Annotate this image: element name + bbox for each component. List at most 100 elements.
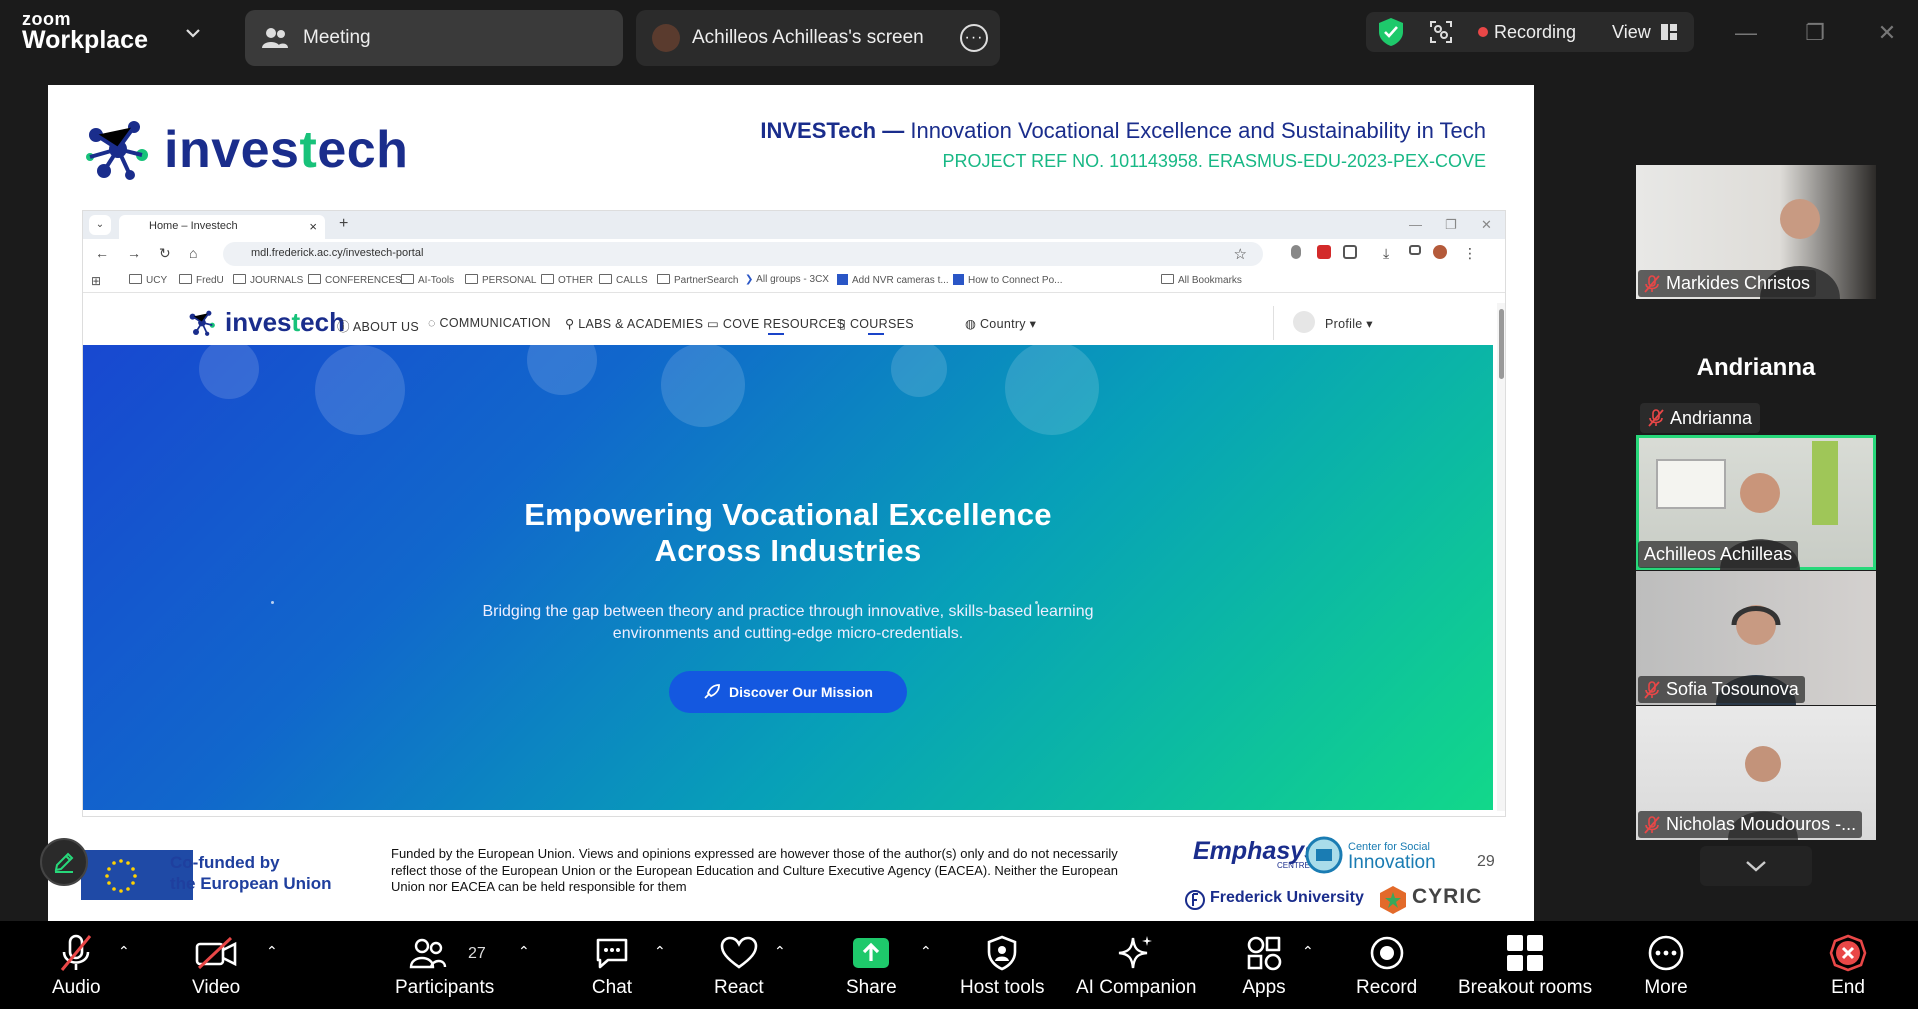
tab-close-icon[interactable]: × xyxy=(309,219,317,234)
participants-button[interactable]: Participants xyxy=(395,933,494,999)
nav-about-us[interactable]: ⓘ ABOUT US xyxy=(337,316,419,335)
page-scrollbar-thumb[interactable] xyxy=(1499,309,1504,379)
annotate-pencil-icon[interactable] xyxy=(40,838,88,886)
new-tab-icon[interactable]: + xyxy=(339,215,348,233)
browser-window: ⌄ Home – Investech × + — ❐ ✕ ← → ↻ ⌂ mdl… xyxy=(82,210,1506,817)
video-tile-active-speaker[interactable]: Achilleos Achilleas xyxy=(1636,435,1876,570)
minimize-icon[interactable]: — xyxy=(1731,18,1761,48)
nav-labs-academies[interactable]: ⚲ LABS & ACADEMIES xyxy=(565,316,703,331)
whiteboard-background xyxy=(1656,459,1726,509)
react-options-caret-icon[interactable]: ⌃ xyxy=(774,943,786,960)
slide-header-subtitle: PROJECT REF NO. 101143958. ERASMUS-EDU-2… xyxy=(942,151,1486,171)
bookmark-item[interactable]: ❯ All groups - 3CX xyxy=(745,274,829,285)
profile-dropdown[interactable]: Profile ▾ xyxy=(1325,316,1373,331)
recording-status[interactable]: Recording xyxy=(1494,22,1576,43)
ai-companion-button[interactable]: AI Companion xyxy=(1076,933,1196,999)
grid-view-icon[interactable] xyxy=(1660,24,1677,40)
downloads-icon[interactable]: ⤓ xyxy=(1383,245,1389,262)
participant-name-tag: Achilleos Achilleas xyxy=(1638,541,1799,568)
video-button[interactable]: Video xyxy=(192,933,240,999)
pdf-extension-icon[interactable] xyxy=(1317,245,1331,259)
record-button[interactable]: Record xyxy=(1356,933,1417,999)
forward-icon[interactable]: → xyxy=(127,245,141,261)
extensions-icon[interactable] xyxy=(1343,245,1357,259)
breakout-rooms-button[interactable]: Breakout rooms xyxy=(1458,933,1592,999)
tab-meeting[interactable]: Meeting xyxy=(245,10,623,66)
more-options-icon[interactable]: ··· xyxy=(960,24,988,52)
react-label: React xyxy=(714,977,764,998)
apps-button[interactable]: Apps xyxy=(1242,933,1286,999)
audio-button[interactable]: Audio xyxy=(52,933,101,999)
all-bookmarks-item[interactable]: All Bookmarks xyxy=(1161,274,1242,286)
url-input[interactable]: mdl.frederick.ac.cy/investech-portal ☆ xyxy=(223,242,1263,266)
tab-shared-screen[interactable]: Achilleos Achilleas's screen ··· xyxy=(636,10,1000,66)
discover-mission-button[interactable]: Discover Our Mission xyxy=(669,671,907,713)
chevron-down-icon[interactable] xyxy=(182,22,204,44)
bookmark-star-icon[interactable]: ☆ xyxy=(1234,245,1247,263)
scroll-participants-down-button[interactable] xyxy=(1700,846,1812,886)
bookmark-item[interactable]: AI-Tools xyxy=(401,274,454,286)
hero-title-line-1: Empowering Vocational Excellence xyxy=(524,497,1052,532)
video-options-caret-icon[interactable]: ⌃ xyxy=(266,943,278,960)
country-dropdown[interactable]: ◍ Country ▾ xyxy=(965,316,1036,331)
bookmark-item[interactable]: CALLS xyxy=(599,274,648,286)
partner-frederick-logo: Frederick University xyxy=(1210,889,1364,906)
tab-search-icon[interactable]: ⌄ xyxy=(89,215,111,235)
close-icon[interactable]: ✕ xyxy=(1872,18,1902,48)
apps-grid-icon[interactable]: ⊞ xyxy=(91,274,101,288)
hero-section: Empowering Vocational Excellence Across … xyxy=(83,345,1493,810)
security-shield-icon[interactable] xyxy=(1374,15,1408,49)
bookmark-item[interactable]: UCY xyxy=(129,274,167,286)
bookmark-item[interactable]: OTHER xyxy=(541,274,593,286)
back-icon[interactable]: ← xyxy=(95,245,109,261)
video-tile[interactable]: Markides Christos xyxy=(1636,165,1876,299)
nav-cove-resources[interactable]: ▭ COVE RESOURCES xyxy=(707,316,845,335)
share-button[interactable]: Share xyxy=(846,933,897,999)
bookmark-item[interactable]: JOURNALS xyxy=(233,274,303,286)
share-options-caret-icon[interactable]: ⌃ xyxy=(920,943,932,960)
reload-icon[interactable]: ↻ xyxy=(159,245,171,262)
apps-options-caret-icon[interactable]: ⌃ xyxy=(1302,943,1314,960)
bookmark-item[interactable]: CONFERENCES xyxy=(308,274,402,286)
audio-options-caret-icon[interactable]: ⌃ xyxy=(118,943,130,960)
chat-button[interactable]: Chat xyxy=(590,933,634,999)
maximize-icon[interactable]: ❐ xyxy=(1800,18,1830,48)
home-icon[interactable]: ⌂ xyxy=(189,245,197,261)
browser-close-icon[interactable]: ✕ xyxy=(1481,217,1492,233)
end-meeting-button[interactable]: End xyxy=(1826,933,1870,999)
extension-icon[interactable] xyxy=(1291,245,1301,259)
bookmark-item[interactable]: PERSONAL xyxy=(465,274,536,286)
mic-muted-icon xyxy=(1644,680,1660,699)
people-icon xyxy=(259,22,291,54)
host-tools-shield-icon xyxy=(987,935,1017,971)
more-button[interactable]: More xyxy=(1644,933,1688,999)
more-icon xyxy=(1648,935,1684,971)
bookmark-item[interactable]: PartnerSearch xyxy=(657,274,738,286)
host-tools-button[interactable]: Host tools xyxy=(960,933,1044,999)
browser-tab[interactable]: Home – Investech × xyxy=(119,215,325,239)
participant-name-tag[interactable]: Andrianna xyxy=(1640,403,1761,433)
user-avatar-icon[interactable] xyxy=(1293,311,1315,333)
view-button[interactable]: View xyxy=(1612,22,1651,43)
browser-minimize-icon[interactable]: — xyxy=(1409,217,1422,232)
chat-icon xyxy=(596,938,628,969)
browser-maximize-icon[interactable]: ❐ xyxy=(1445,217,1457,233)
profile-avatar[interactable] xyxy=(1433,245,1447,259)
video-tile[interactable]: Nicholas Moudouros -... xyxy=(1636,706,1876,840)
top-bar: zoom Workplace Meeting Achilleos Achille… xyxy=(0,0,1918,68)
nav-communication[interactable]: ◌ COMMUNICATION xyxy=(428,316,551,330)
bookmark-item[interactable]: FredU xyxy=(179,274,224,286)
decorative-bubble xyxy=(315,345,405,435)
nav-courses[interactable]: ▯ COURSES xyxy=(839,316,914,335)
cast-icon[interactable] xyxy=(1409,245,1421,255)
browser-menu-icon[interactable]: ⋮ xyxy=(1463,245,1477,262)
page-scrollbar-track[interactable] xyxy=(1497,303,1505,811)
bookmark-item[interactable]: Add NVR cameras t... xyxy=(837,274,949,286)
react-button[interactable]: React xyxy=(714,933,764,999)
screen-layout-icon[interactable] xyxy=(1428,19,1454,45)
video-tile[interactable]: Sofia Tosounova xyxy=(1636,571,1876,705)
participants-options-caret-icon[interactable]: ⌃ xyxy=(518,943,530,960)
bookmark-item[interactable]: How to Connect Po... xyxy=(953,274,1063,286)
chat-options-caret-icon[interactable]: ⌃ xyxy=(654,943,666,960)
site-logo[interactable]: investech xyxy=(185,307,345,338)
